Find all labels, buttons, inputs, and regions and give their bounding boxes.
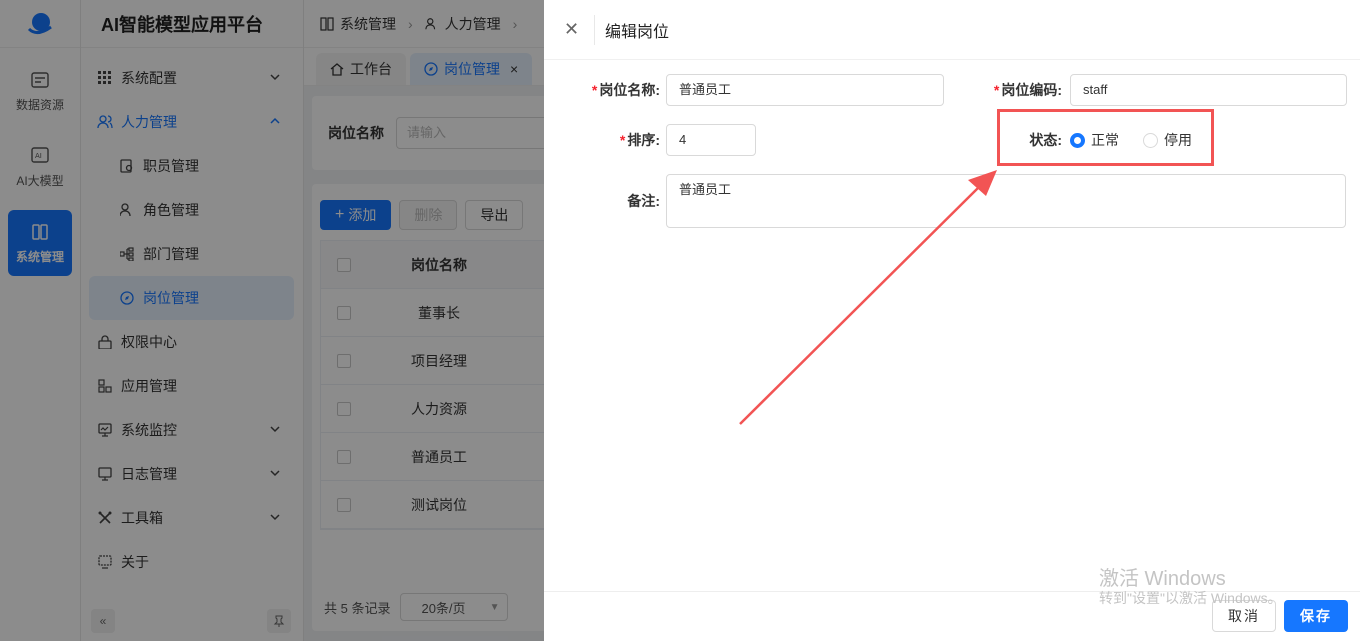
annotation-arrow	[739, 170, 997, 425]
